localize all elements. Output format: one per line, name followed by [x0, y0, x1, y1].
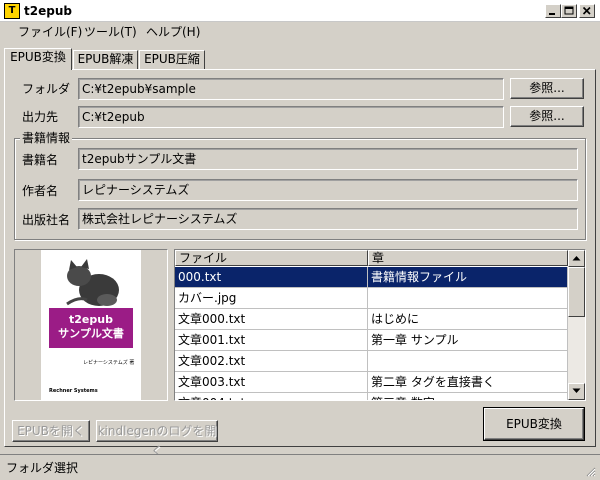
open-epub-button[interactable]: EPUBを開く — [12, 420, 90, 442]
output-label: 出力先 — [22, 110, 59, 124]
chapter-cell: 第三章 数字 — [368, 393, 568, 400]
folder-label: フォルダ — [22, 82, 71, 96]
book-title-label: 書籍名 — [22, 153, 59, 167]
vertical-scrollbar[interactable] — [568, 250, 585, 400]
chapter-cell: 第二章 タグを直接書く — [368, 372, 568, 393]
column-header-file[interactable]: ファイル — [175, 250, 368, 266]
cover-title-line2: サンプル文書 — [58, 327, 124, 340]
column-header-chapter[interactable]: 章 — [368, 250, 568, 266]
output-browse-button[interactable]: 参照... — [510, 106, 584, 127]
file-cell: 文章000.txt — [175, 309, 368, 330]
tab-epub-extract[interactable]: EPUB解凍 — [73, 50, 138, 69]
scroll-down-arrow-icon — [572, 388, 581, 393]
table-row[interactable]: 文章000.txt はじめに — [175, 309, 568, 330]
cover-publisher-line: Rechner Systems — [49, 388, 98, 394]
tab-strip: EPUB変換 EPUB解凍 EPUB圧縮 — [4, 48, 304, 70]
cover-author-line: レピナーシステムズ 著 — [83, 360, 135, 366]
file-list[interactable]: ファイル 章 000.txt 書籍情報ファイル カバー.jpg 文章000.tx… — [174, 249, 586, 401]
table-row[interactable]: 文章004.txt 第三章 数字 — [175, 393, 568, 400]
file-cell: カバー.jpg — [175, 288, 368, 309]
scroll-up-button[interactable] — [568, 250, 585, 267]
chapter-cell: 書籍情報ファイル — [368, 267, 568, 288]
output-field[interactable]: C:¥t2epub — [78, 106, 504, 128]
chapter-cell — [368, 288, 568, 309]
open-kindlegen-log-button[interactable]: kindlegenのログを開く — [96, 420, 218, 458]
scroll-thumb[interactable] — [568, 267, 585, 317]
table-row[interactable]: 文章003.txt 第二章 タグを直接書く — [175, 372, 568, 393]
file-cell: 文章004.txt — [175, 393, 368, 400]
book-title-field[interactable]: t2epubサンプル文書 — [78, 148, 578, 170]
window-title: t2epub — [24, 4, 72, 18]
minimize-button[interactable] — [545, 4, 561, 18]
table-row[interactable]: カバー.jpg — [175, 288, 568, 309]
chapter-cell — [368, 351, 568, 372]
chapter-cell: はじめに — [368, 309, 568, 330]
menu-tools[interactable]: ツール(T) — [84, 25, 137, 39]
folder-browse-button[interactable]: 参照... — [510, 78, 584, 99]
cat-illustration — [66, 259, 119, 306]
file-cell: 文章002.txt — [175, 351, 368, 372]
close-icon — [582, 6, 591, 15]
file-cell: 文章001.txt — [175, 330, 368, 351]
scroll-up-arrow-icon — [572, 256, 581, 261]
table-row[interactable]: 文章001.txt 第一章 サンプル — [175, 330, 568, 351]
menu-help[interactable]: ヘルプ(H) — [146, 25, 200, 39]
file-cell: 000.txt — [175, 267, 368, 288]
cover-image: t2epub サンプル文書 レピナーシステムズ 著 Rechner System… — [41, 250, 141, 400]
tab-epub-convert[interactable]: EPUB変換 — [4, 48, 72, 70]
table-row[interactable]: 文章002.txt — [175, 351, 568, 372]
menu-file[interactable]: ファイル(F) — [18, 25, 82, 39]
scroll-down-button[interactable] — [568, 383, 585, 400]
maximize-button[interactable] — [561, 4, 577, 18]
status-text: フォルダ選択 — [6, 461, 79, 475]
publisher-field[interactable]: 株式会社レピナーシステムズ — [78, 208, 578, 230]
author-label: 作者名 — [22, 184, 59, 198]
close-button[interactable] — [579, 4, 595, 18]
cover-title-band: t2epub サンプル文書 — [49, 308, 133, 348]
resize-grip-icon[interactable] — [584, 465, 596, 477]
minimize-icon — [549, 13, 555, 15]
title-bar: T t2epub — [0, 0, 600, 22]
epub-convert-button[interactable]: EPUB変換 — [483, 407, 585, 441]
book-info-group-title: 書籍情報 — [20, 131, 73, 145]
menu-bar: ファイル(F) ツール(T) ヘルプ(H) — [0, 22, 600, 42]
app-icon[interactable]: T — [4, 3, 20, 19]
chapter-cell: 第一章 サンプル — [368, 330, 568, 351]
tab-epub-compress[interactable]: EPUB圧縮 — [139, 50, 205, 69]
publisher-label: 出版社名 — [22, 213, 71, 227]
status-bar: フォルダ選択 — [0, 454, 600, 480]
table-row[interactable]: 000.txt 書籍情報ファイル — [175, 267, 568, 288]
cover-title-line1: t2epub — [69, 313, 113, 326]
maximize-icon — [564, 6, 574, 15]
file-cell: 文章003.txt — [175, 372, 368, 393]
folder-field[interactable]: C:¥t2epub¥sample — [78, 78, 504, 100]
cover-preview: t2epub サンプル文書 レピナーシステムズ 著 Rechner System… — [14, 249, 168, 401]
author-field[interactable]: レピナーシステムズ — [78, 179, 578, 201]
